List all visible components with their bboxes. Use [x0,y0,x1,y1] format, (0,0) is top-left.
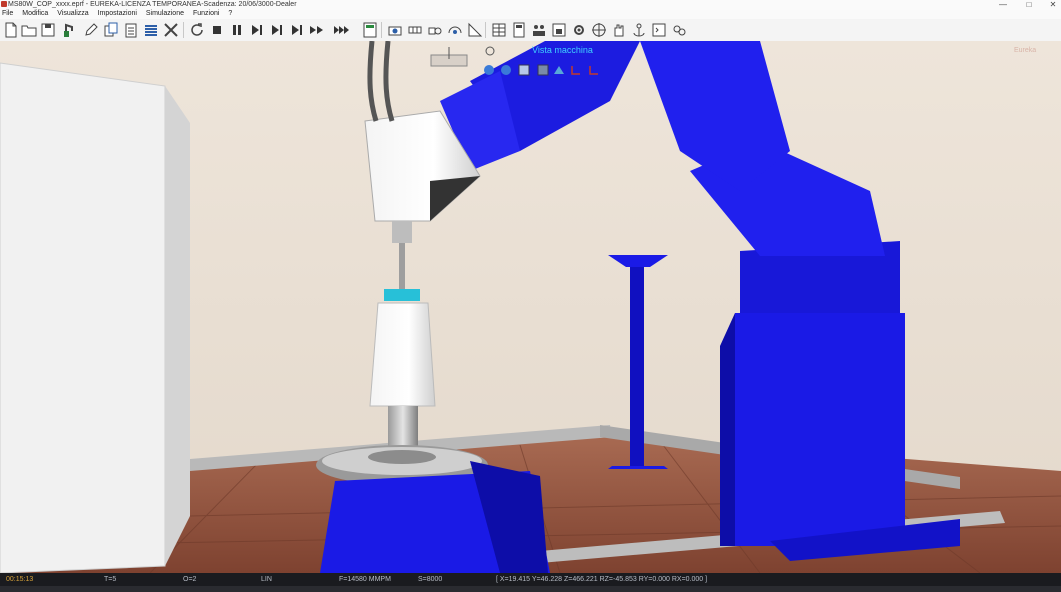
camera-icon[interactable] [386,21,404,39]
table-icon[interactable] [490,21,508,39]
stop-icon[interactable] [208,21,226,39]
people-icon[interactable] [530,21,548,39]
robot-config-icon[interactable] [60,21,78,39]
step-forward-icon[interactable] [288,21,306,39]
collision-icon[interactable] [426,21,444,39]
view-label: Vista macchina [532,45,593,55]
toolbar-separator [183,22,184,38]
status-origin: O=2 [183,576,197,583]
export-icon[interactable] [550,21,568,39]
anchor-icon[interactable] [630,21,648,39]
scene-canvas [0,41,1061,573]
program-icon[interactable] [361,21,379,39]
skip-end-icon[interactable] [333,21,351,39]
app-icon [1,1,7,7]
title-bar: MS80W_COP_xxxx.eprf - EUREKA-LICENZA TEM… [0,0,1061,9]
simulation-viewport[interactable]: Vista macchina Eureka [0,41,1061,573]
toolbar [0,19,1061,42]
window-title: MS80W_COP_xxxx.eprf - EUREKA-LICENZA TEM… [8,1,297,8]
minimize-button[interactable]: — [996,0,1010,9]
fast-forward-icon[interactable] [308,21,326,39]
save-icon[interactable] [39,21,57,39]
fit-view-icon[interactable] [518,64,530,76]
layers-icon[interactable] [142,21,160,39]
settings-gear-icon[interactable] [570,21,588,39]
axis-y-icon[interactable] [588,64,600,76]
robot-base [735,313,905,546]
copy-icon[interactable] [102,21,120,39]
workpiece [369,302,436,407]
tilt-view-icon[interactable] [553,64,565,76]
tools-icon[interactable] [162,21,180,39]
status-bottom-strip [0,586,1061,592]
menu-file[interactable]: File [2,10,13,17]
maximize-button[interactable]: □ [1022,0,1036,9]
status-time: 00:15:13 [6,576,34,583]
menu-impostazioni[interactable]: Impostazioni [98,10,137,17]
close-button[interactable]: ✕ [1046,0,1060,9]
open-folder-icon[interactable] [20,21,38,39]
sensor-icon[interactable] [446,21,464,39]
status-feed: F=14580 MMPM [339,576,391,583]
status-tool: T=5 [104,576,117,583]
toolbar-separator [381,22,382,38]
box-view-icon[interactable] [537,64,549,76]
brand-label: Eureka [1014,47,1037,54]
menu-simulazione[interactable]: Simulazione [146,10,184,17]
axis-x-icon[interactable] [570,64,582,76]
reset-icon[interactable] [188,21,206,39]
pause-icon[interactable] [228,21,246,39]
cabinet [0,62,166,573]
toolbar-separator [485,22,486,38]
menu-funzioni[interactable]: Funzioni [193,10,219,17]
status-speed: S=8000 [418,576,443,583]
rotate-view-icon[interactable] [484,45,496,57]
step-back-icon[interactable] [268,21,286,39]
status-coordinates: [ X=19.415 Y=46.228 Z=466.221 RZ=-45.853… [496,576,708,583]
menu-modifica[interactable]: Modifica [22,10,48,17]
new-file-icon[interactable] [2,21,20,39]
target-icon[interactable] [590,21,608,39]
menu-visualizza[interactable]: Visualizza [57,10,88,17]
status-motion: LIN [261,576,272,583]
zoom-view-icon[interactable] [500,64,512,76]
config-icon[interactable] [670,21,688,39]
workpiece-top [384,289,420,301]
step-icon[interactable] [248,21,266,39]
pen-icon[interactable] [82,21,100,39]
status-bar: 00:15:13 T=5 O=2 LIN F=14580 MMPM S=8000… [0,573,1061,592]
clipboard-icon[interactable] [122,21,140,39]
hand-icon[interactable] [610,21,628,39]
terminal-icon[interactable] [650,21,668,39]
measure-icon[interactable] [466,21,484,39]
grid-view-icon[interactable] [406,21,424,39]
menu-bar: File Modifica Visualizza Impostazioni Si… [0,9,1061,19]
menu-help[interactable]: ? [228,10,232,17]
calculator-icon[interactable] [510,21,528,39]
view-cube-icon[interactable] [430,47,468,67]
move-view-icon[interactable] [483,64,495,76]
